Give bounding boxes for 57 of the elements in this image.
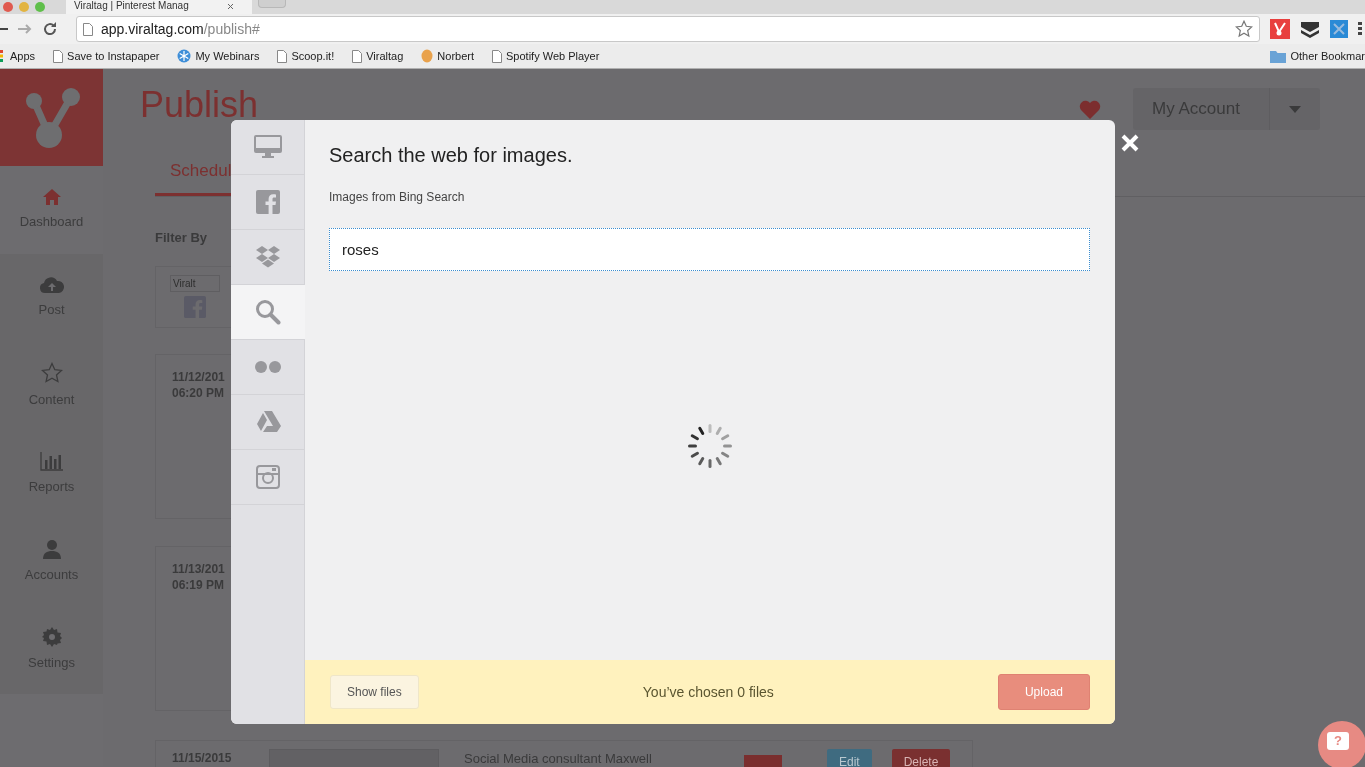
- monitor-icon: [253, 135, 282, 159]
- caret-icon: [1289, 105, 1301, 113]
- search-field[interactable]: roses: [329, 228, 1090, 271]
- page-icon: [53, 49, 64, 63]
- home-icon: [41, 188, 62, 207]
- page-icon: [492, 49, 502, 63]
- avatar-icon: [421, 49, 434, 63]
- show-files-button[interactable]: Show files: [330, 675, 419, 709]
- page-icon: [83, 22, 93, 36]
- two-dots-icon: [253, 361, 282, 373]
- star-icon[interactable]: [1235, 20, 1253, 38]
- browser-tab[interactable]: Viraltag | Pinterest Manag: [66, 0, 252, 14]
- camera-icon: [255, 465, 280, 489]
- apps-grid-icon: [0, 50, 6, 62]
- address-bar[interactable]: app.viraltag.com/publish#: [76, 16, 1260, 42]
- broken-image: Viralt: [170, 275, 220, 292]
- search-icon: [255, 299, 281, 325]
- dialog-title: Search the web for images.: [329, 143, 574, 168]
- page-title: Publish: [140, 83, 259, 127]
- help-button[interactable]: ?: [1318, 721, 1365, 767]
- bookmark-link[interactable]: Apps: [10, 47, 36, 65]
- heart-icon[interactable]: [1079, 99, 1101, 119]
- page-icon: [277, 49, 288, 63]
- facebook-icon: [255, 190, 280, 214]
- source-tab[interactable]: [231, 285, 305, 340]
- branch-logo-icon: [23, 86, 80, 149]
- gear-icon: [41, 627, 62, 648]
- star-icon: [40, 362, 63, 385]
- delete-button[interactable]: Delete: [891, 748, 951, 767]
- menu-icon[interactable]: [1358, 22, 1362, 36]
- person-icon: [41, 539, 62, 560]
- dropbox-icon: [254, 245, 281, 269]
- cloud-upload-icon: [38, 276, 65, 295]
- reload-icon[interactable]: [42, 21, 58, 37]
- edit-button[interactable]: Edit: [827, 748, 872, 767]
- page-icon: [352, 49, 363, 63]
- bookmark-folder[interactable]: Other Bookmar: [1290, 47, 1365, 65]
- stripes-icon[interactable]: [1300, 20, 1320, 38]
- close-icon[interactable]: [226, 2, 234, 10]
- bookmark-link[interactable]: Spotify Web Player: [506, 47, 600, 65]
- bar-chart-icon: [39, 451, 64, 472]
- triangle-logo-icon: [254, 411, 281, 433]
- bookmark-link[interactable]: Scoop.it!: [291, 47, 335, 65]
- branch-logo-icon[interactable]: [1270, 19, 1290, 39]
- tab-title: Viraltag | Pinterest Manag: [74, 0, 190, 12]
- bookmark-link[interactable]: Norbert: [437, 47, 474, 65]
- chosen-count: You’ve chosen 0 files: [642, 682, 774, 702]
- logo-tile[interactable]: [0, 69, 103, 166]
- snowflake-icon: [177, 49, 192, 63]
- url-text: app.viraltag.com/publish#: [101, 19, 261, 39]
- forward-icon[interactable]: [18, 23, 32, 35]
- source-label: Images from Bing Search: [329, 189, 466, 206]
- new-tab-button[interactable]: [258, 0, 286, 8]
- folder-icon: [1270, 49, 1287, 63]
- bookmark-link[interactable]: My Webinars: [195, 47, 260, 65]
- bookmark-link[interactable]: Save to Instapaper: [67, 47, 160, 65]
- bookmark-link[interactable]: Viraltag: [366, 47, 404, 65]
